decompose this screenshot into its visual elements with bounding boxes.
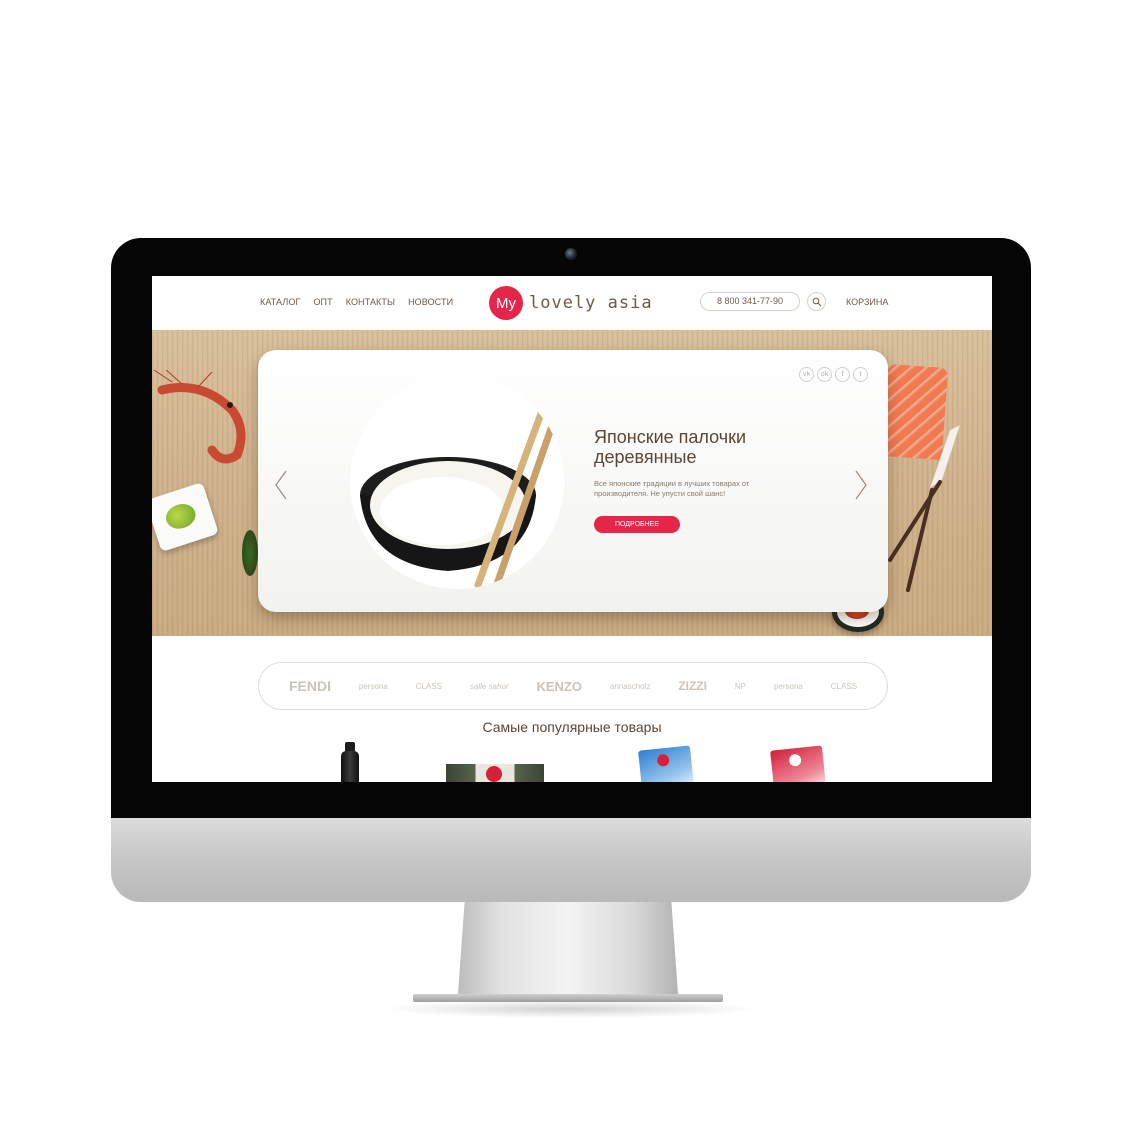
top-navigation: КАТАЛОГ ОПТ КОНТАКТЫ НОВОСТИ My lovely a… <box>152 276 992 330</box>
product-nori-image[interactable] <box>446 764 544 782</box>
brand-logos: FENDI persona CLASS salle sahor KENZO an… <box>258 662 888 710</box>
shrimp-image <box>153 370 246 464</box>
wasabi-image <box>162 500 199 533</box>
hero-card: vk ok f t Японские палочки деревянные Вс… <box>258 350 888 612</box>
nav-catalog[interactable]: КАТАЛОГ <box>260 297 300 307</box>
brand-logo[interactable]: salle sahor <box>470 682 509 691</box>
main-menu: КАТАЛОГ ОПТ КОНТАКТЫ НОВОСТИ <box>260 297 466 307</box>
brand-logo[interactable]: persona <box>774 682 803 691</box>
nav-wholesale[interactable]: ОПТ <box>313 297 332 307</box>
cart-link[interactable]: КОРЗИНА <box>846 297 888 307</box>
vk-icon[interactable]: vk <box>799 367 814 382</box>
brand-logo[interactable]: ZIZZI <box>678 679 707 693</box>
logo-mark: My <box>489 286 523 320</box>
social-links: vk ok f t <box>799 367 868 382</box>
rice-bowl-photo <box>350 375 564 589</box>
herb-garnish-image <box>242 530 258 576</box>
rice-bowl-image <box>360 385 564 589</box>
hero-slider: vk ok f t Японские палочки деревянные Вс… <box>152 330 992 636</box>
facebook-icon[interactable]: f <box>835 367 850 382</box>
stand-shadow <box>380 1000 760 1018</box>
brand-logo[interactable]: persona <box>359 682 388 691</box>
slider-prev-arrow-icon[interactable] <box>274 470 288 500</box>
webcam-icon <box>565 248 577 260</box>
logo-text: lovely asia <box>529 293 653 313</box>
product-rice-pack-red-image[interactable] <box>770 745 826 782</box>
search-icon <box>812 297 822 307</box>
product-soy-sauce-image[interactable] <box>338 742 362 782</box>
brand-logo[interactable]: CLASS <box>416 682 442 691</box>
sushi-tongs-image <box>888 424 961 592</box>
site-logo[interactable]: My lovely asia <box>489 286 653 320</box>
odnoklassniki-icon[interactable]: ok <box>817 367 832 382</box>
more-button[interactable]: ПОДРОБНЕЕ <box>594 516 680 533</box>
slider-next-arrow-icon[interactable] <box>854 470 868 500</box>
brand-logo[interactable]: annascholz <box>610 682 650 691</box>
brand-logo[interactable]: FENDI <box>289 678 331 694</box>
nav-news[interactable]: НОВОСТИ <box>408 297 453 307</box>
website-screen: КАТАЛОГ ОПТ КОНТАКТЫ НОВОСТИ My lovely a… <box>152 276 992 782</box>
search-button[interactable] <box>807 292 826 311</box>
product-rice-pack-blue-image[interactable] <box>638 745 694 782</box>
brand-logo[interactable]: CLASS <box>831 682 857 691</box>
twitter-icon[interactable]: t <box>853 367 868 382</box>
monitor-stand <box>458 902 678 994</box>
wasabi-dish-image <box>152 482 219 552</box>
brand-logo[interactable]: NP <box>735 682 746 691</box>
nav-contacts[interactable]: КОНТАКТЫ <box>346 297 395 307</box>
phone-number[interactable]: 8 800 341-77-90 <box>700 292 800 311</box>
brand-logo[interactable]: KENZO <box>536 679 582 694</box>
popular-products-title: Самые популярные товары <box>482 719 662 735</box>
monitor-chin <box>111 818 1031 902</box>
hero-description: Все японские традиции в лучших товарах о… <box>594 479 750 498</box>
hero-title: Японские палочки деревянные <box>594 427 747 467</box>
